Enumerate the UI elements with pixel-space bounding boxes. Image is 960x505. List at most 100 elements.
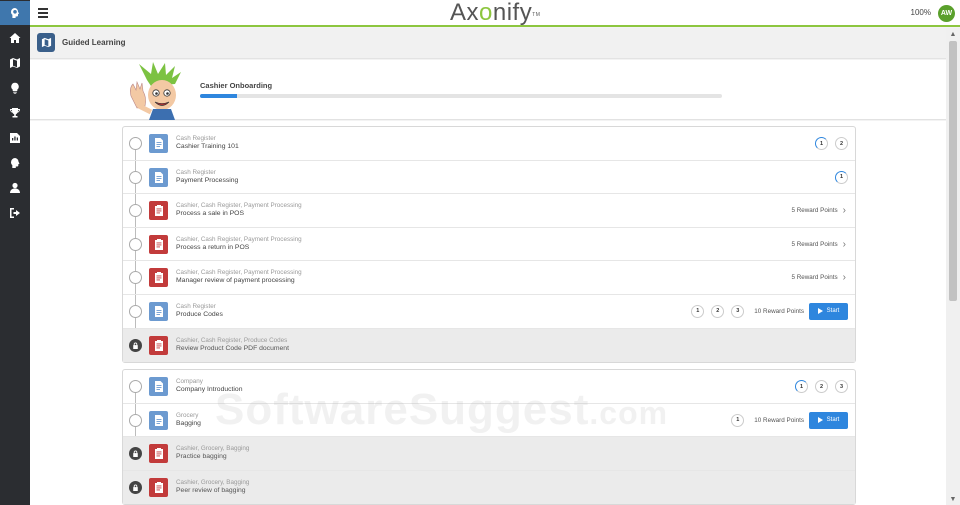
task-actions: 5 Reward Points › — [791, 194, 848, 227]
user-avatar[interactable]: AW — [938, 5, 955, 22]
task-row[interactable]: Cashier, Cash Register, Payment Processi… — [123, 194, 855, 228]
task-name: Practice bagging — [176, 453, 227, 461]
task-category: Cash Register — [176, 168, 216, 176]
reward-points: 10 Reward Points — [754, 307, 804, 315]
task-row[interactable]: Cashier, Cash Register, Payment Processi… — [123, 228, 855, 262]
status-circle-icon — [129, 413, 142, 427]
reward-points: 5 Reward Points — [791, 274, 838, 282]
document-icon — [149, 301, 168, 321]
learning-path: Cash Register Cashier Training 101 1 2 Cash … — [30, 121, 946, 505]
round-indicator: 1 — [691, 304, 705, 318]
task-actions: 12 — [808, 127, 848, 160]
sidebar-item-chart[interactable] — [0, 126, 30, 150]
clipboard-icon — [149, 335, 168, 355]
lock-icon — [129, 447, 142, 461]
status-circle-icon — [129, 304, 142, 318]
task-name[interactable]: Manager review of payment processing — [176, 277, 295, 284]
sidebar-item-brain-logo[interactable] — [0, 1, 30, 25]
scroll-thumb[interactable] — [949, 41, 957, 301]
status-circle-icon — [129, 380, 142, 393]
task-category: Cashier, Cash Register, Payment Processi… — [176, 202, 302, 210]
sidebar-item-trophy[interactable] — [0, 101, 30, 125]
course-header: Cashier Onboarding — [30, 60, 946, 120]
logout-icon — [10, 208, 20, 218]
task-actions: 1 — [828, 161, 848, 194]
document-icon — [149, 134, 168, 153]
task-row[interactable]: Cashier, Cash Register, Payment Processi… — [123, 261, 855, 295]
task-actions: 5 Reward Points › — [791, 228, 848, 261]
task-name[interactable]: Produce Codes — [176, 311, 223, 318]
task-name: Peer review of bagging — [176, 486, 246, 494]
task-row[interactable]: Cash Register Payment Processing 1 — [123, 161, 855, 195]
round-indicator: 1 — [795, 380, 808, 393]
task-category: Cash Register — [176, 302, 216, 310]
top-bar: AxonifyTM 100% AW — [30, 0, 960, 27]
course-progress-bar — [200, 94, 722, 98]
task-category: Company — [176, 378, 203, 385]
task-category: Cashier, Cash Register, Produce Codes — [176, 336, 288, 344]
reward-points: 10 Reward Points — [754, 416, 804, 424]
task-category: Cashier, Grocery, Bagging — [176, 478, 250, 486]
round-indicator: 1 — [835, 170, 848, 184]
sidebar-item-lightbulb[interactable] — [0, 76, 30, 100]
task-name[interactable]: Process a sale in POS — [176, 210, 244, 217]
start-button[interactable]: Start — [809, 411, 848, 429]
sidebar-item-home[interactable] — [0, 26, 30, 50]
task-actions: 123 — [788, 370, 848, 403]
chart-icon — [10, 133, 20, 143]
task-name[interactable]: Bagging — [176, 420, 201, 427]
play-icon — [817, 417, 823, 424]
page-title: Guided Learning — [62, 38, 126, 47]
task-row[interactable]: Cash Register Produce Codes 1 2 3 10 Reward P… — [123, 295, 855, 329]
module-group: Cash Register Cashier Training 101 1 2 Cash … — [122, 126, 856, 364]
round-indicator: 3 — [835, 380, 848, 393]
course-title: Cashier Onboarding — [200, 81, 273, 90]
round-indicator: 2 — [815, 380, 828, 393]
task-category: Cashier, Cash Register, Payment Processi… — [176, 235, 302, 243]
lock-icon — [129, 338, 142, 352]
sidebar-item-logout[interactable] — [0, 201, 30, 225]
page-scrollbar[interactable]: ▲ ▼ — [946, 28, 960, 505]
sidebar — [0, 0, 30, 505]
document-icon — [149, 377, 168, 396]
task-name[interactable]: Cashier Training 101 — [176, 143, 239, 150]
sidebar-item-head[interactable] — [0, 151, 30, 175]
sidebar-item-user[interactable] — [0, 176, 30, 200]
task-category: Grocery — [176, 411, 199, 419]
round-indicator: 2 — [835, 137, 848, 150]
brain-logo-icon — [11, 8, 19, 18]
chevron-right-icon[interactable]: › — [843, 205, 846, 216]
locked-task-row: Cashier, Cash Register, Produce Codes Rev… — [123, 328, 855, 363]
sidebar-item-map[interactable] — [0, 51, 30, 75]
task-actions: 5 Reward Points › — [791, 261, 848, 294]
task-name[interactable]: Process a return in POS — [176, 244, 249, 251]
home-icon — [9, 33, 21, 43]
task-actions: 1 10 Reward Points Start — [724, 404, 848, 437]
map-icon — [10, 58, 20, 68]
clipboard-icon — [149, 444, 168, 464]
chevron-right-icon[interactable]: › — [843, 239, 846, 250]
chevron-right-icon[interactable]: › — [843, 272, 846, 283]
play-icon — [817, 308, 823, 315]
document-icon — [149, 410, 168, 430]
scroll-down-arrow-icon[interactable]: ▼ — [946, 493, 960, 505]
round-indicator: 2 — [711, 304, 725, 318]
clipboard-icon — [149, 268, 168, 288]
scroll-up-arrow-icon[interactable]: ▲ — [946, 28, 960, 40]
task-row[interactable]: Cash Register Cashier Training 101 1 2 — [123, 127, 855, 161]
task-name[interactable]: Payment Processing — [176, 177, 238, 184]
start-button[interactable]: Start — [809, 302, 848, 320]
clipboard-icon — [149, 201, 168, 221]
locked-task-row: Cashier, Grocery, Bagging Practice baggin… — [123, 437, 855, 471]
task-category: Cashier, Cash Register, Payment Processi… — [176, 269, 302, 277]
zoom-level: 100% — [910, 8, 931, 17]
task-category: Cash Register — [176, 135, 216, 142]
breadcrumb: Guided Learning — [30, 28, 946, 59]
task-actions: 1 2 3 10 Reward Points Start — [684, 295, 848, 328]
clipboard-icon — [149, 234, 168, 254]
round-indicator: 1 — [815, 137, 828, 150]
clipboard-icon — [149, 477, 168, 497]
hamburger-menu-icon[interactable] — [38, 8, 48, 18]
document-icon — [149, 167, 168, 187]
status-circle-icon — [129, 237, 142, 251]
